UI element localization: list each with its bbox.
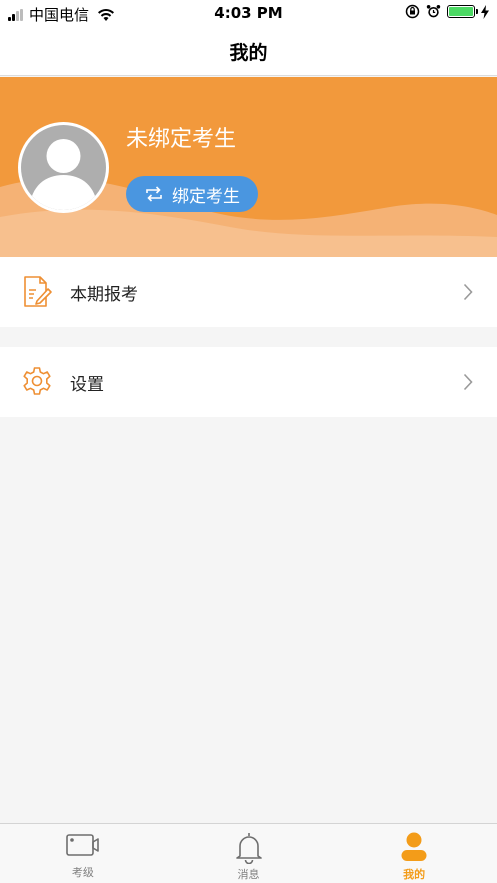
tab-exam[interactable]: 考级 xyxy=(0,824,166,883)
profile-name: 未绑定考生 xyxy=(126,127,237,152)
status-bar: 中国电信 4:03 PM xyxy=(0,0,497,26)
avatar-placeholder-icon xyxy=(21,125,106,210)
exchange-icon xyxy=(146,186,162,202)
chevron-right-icon xyxy=(463,373,473,391)
bell-icon xyxy=(235,833,262,864)
document-edit-icon xyxy=(24,276,52,307)
bind-student-label: 绑定考生 xyxy=(172,186,240,207)
alarm-icon xyxy=(426,5,441,18)
tab-mine[interactable]: 我的 xyxy=(331,824,497,883)
tab-bar: 考级 消息 我的 xyxy=(0,823,497,883)
menu-item-registration[interactable]: 本期报考 xyxy=(0,257,497,327)
video-camera-icon xyxy=(66,834,99,856)
charging-icon xyxy=(481,4,489,19)
bind-student-button[interactable]: 绑定考生 xyxy=(126,176,258,212)
gear-icon xyxy=(23,367,51,395)
page-title: 我的 xyxy=(229,42,268,64)
menu-item-settings[interactable]: 设置 xyxy=(0,347,497,417)
navigation-bar: 我的 xyxy=(0,26,497,76)
menu-item-label: 设置 xyxy=(70,374,104,395)
tab-label: 消息 xyxy=(237,868,260,881)
battery-icon xyxy=(447,5,478,18)
tab-label: 我的 xyxy=(403,868,426,881)
rotation-lock-icon xyxy=(405,4,420,19)
tab-label: 考级 xyxy=(71,866,94,879)
avatar[interactable] xyxy=(18,122,109,213)
menu-item-label: 本期报考 xyxy=(70,284,138,305)
person-icon xyxy=(401,832,427,861)
tab-messages[interactable]: 消息 xyxy=(166,824,332,883)
status-right xyxy=(405,4,489,19)
profile-banner: 未绑定考生 绑定考生 xyxy=(0,77,497,257)
chevron-right-icon xyxy=(463,283,473,301)
